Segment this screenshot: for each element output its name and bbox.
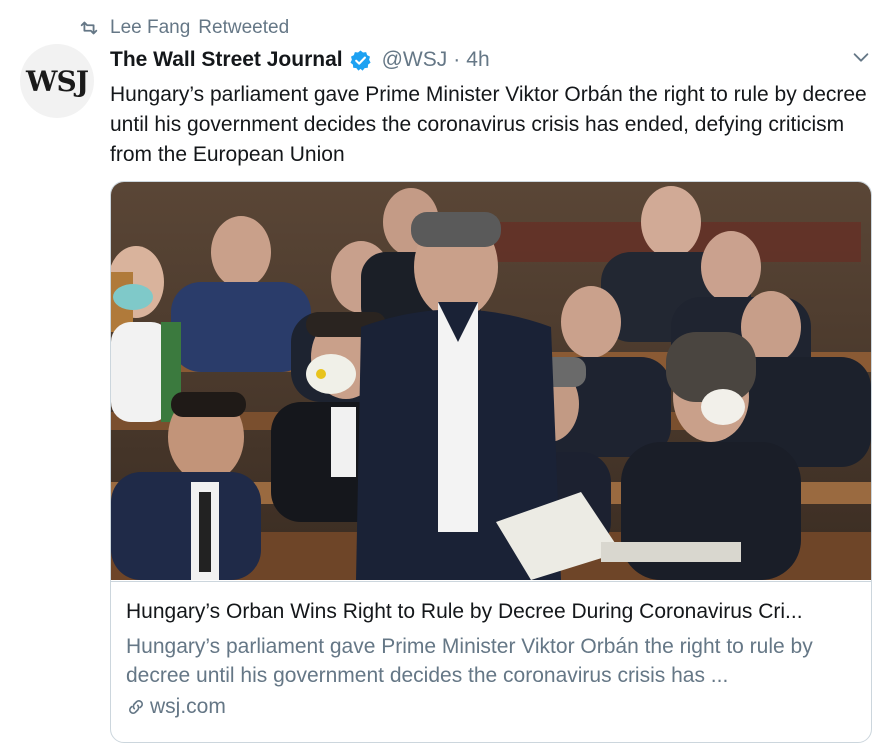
card-meta[interactable]: Hungary’s Orban Wins Right to Rule by De… xyxy=(111,581,871,718)
retweet-label: Retweeted xyxy=(198,17,290,38)
link-icon xyxy=(129,700,143,714)
tweet-header: The Wall Street Journal @WSJ · 4h xyxy=(110,44,490,76)
card-description: Hungary’s parliament gave Prime Minister… xyxy=(126,635,813,687)
chevron-down-icon[interactable] xyxy=(850,46,872,68)
card-domain-text: wsj.com xyxy=(150,695,226,718)
separator-dot: · xyxy=(453,48,461,71)
retweeter-name[interactable]: Lee Fang xyxy=(110,17,190,39)
author-handle[interactable]: @WSJ xyxy=(382,48,448,72)
verified-badge-icon xyxy=(350,49,371,71)
article-photo[interactable] xyxy=(111,182,871,580)
card-domain[interactable]: wsj.com xyxy=(126,695,226,719)
retweet-icon xyxy=(80,21,98,35)
card-title[interactable]: Hungary’s Orban Wins Right to Rule by De… xyxy=(126,600,861,624)
avatar-text: WSJ xyxy=(26,64,89,98)
avatar[interactable]: WSJ xyxy=(20,44,94,118)
tweet-text: Hungary’s parliament gave Prime Minister… xyxy=(110,83,867,166)
link-card[interactable]: Hungary’s Orban Wins Right to Rule by De… xyxy=(110,181,872,743)
retweet-context: Lee Fang Retweeted xyxy=(78,14,289,42)
tweet-timestamp[interactable]: 4h xyxy=(466,48,489,72)
author-name[interactable]: The Wall Street Journal xyxy=(110,48,343,72)
